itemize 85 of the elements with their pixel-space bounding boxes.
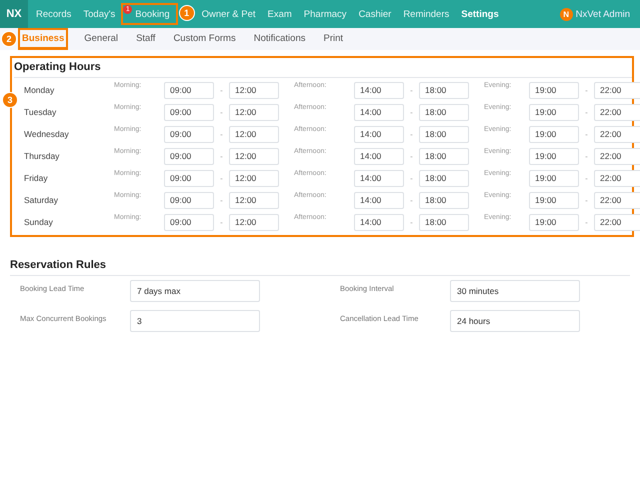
range-dash: - [409, 86, 414, 94]
time-field[interactable]: 18:00 [419, 82, 469, 98]
day-label: Sunday [24, 217, 54, 227]
time-field[interactable]: 19:00 [529, 214, 579, 230]
range-dash: - [219, 130, 224, 138]
sub-tab[interactable]: General [82, 29, 120, 49]
time-field[interactable]: 09:00 [164, 192, 214, 208]
time-field[interactable]: 09:00 [164, 82, 214, 98]
time-field[interactable]: 14:00 [354, 214, 404, 230]
range-dash: - [584, 174, 589, 182]
time-field[interactable]: 12:00 [229, 148, 279, 164]
input-field[interactable]: 24 hours [450, 310, 580, 332]
time-field[interactable]: 19:00 [529, 192, 579, 208]
callout-number: 1 [178, 5, 195, 21]
day-label: Thursday [24, 151, 60, 161]
time-field[interactable]: 14:00 [354, 82, 404, 98]
range-dash: - [584, 86, 589, 94]
time-field[interactable]: 12:00 [229, 126, 279, 142]
input-field[interactable]: 3 [130, 310, 260, 332]
time-field[interactable]: 19:00 [529, 104, 579, 120]
range-dash: - [584, 108, 589, 116]
time-field[interactable]: 19:00 [529, 126, 579, 142]
range-dash: - [409, 108, 414, 116]
range-dash: - [409, 218, 414, 226]
time-field[interactable]: 12:00 [229, 214, 279, 230]
time-field[interactable]: 22:00 [594, 148, 640, 164]
range-dash: - [584, 196, 589, 204]
time-field[interactable]: 19:00 [529, 82, 579, 98]
time-field[interactable]: 19:00 [529, 148, 579, 164]
range-dash: - [584, 152, 589, 160]
time-field[interactable]: 14:00 [354, 170, 404, 186]
time-field[interactable]: 09:00 [164, 126, 214, 142]
range-dash: - [219, 196, 224, 204]
time-field[interactable]: 09:00 [164, 214, 214, 230]
day-label: Saturday [24, 195, 60, 205]
time-field[interactable]: 18:00 [419, 126, 469, 142]
range-dash: - [409, 130, 414, 138]
time-field[interactable]: 22:00 [594, 126, 640, 142]
time-field[interactable]: 12:00 [229, 104, 279, 120]
range-dash: - [219, 108, 224, 116]
range-dash: - [409, 174, 414, 182]
time-field[interactable]: 12:00 [229, 82, 279, 98]
time-field[interactable]: 18:00 [419, 148, 469, 164]
sub-tab[interactable]: Custom Forms [171, 29, 238, 49]
time-field[interactable]: 18:00 [419, 104, 469, 120]
input-field[interactable]: 30 minutes [450, 280, 580, 302]
time-field[interactable]: 22:00 [594, 104, 640, 120]
range-dash: - [409, 196, 414, 204]
app-logo[interactable]: NX [0, 0, 28, 28]
time-field[interactable]: 14:00 [354, 104, 404, 120]
sub-tab[interactable]: Staff [134, 29, 158, 49]
input-field[interactable]: 7 days max [130, 280, 260, 302]
range-dash: - [584, 218, 589, 226]
callout-number: 2 [1, 31, 17, 47]
time-field[interactable]: 12:00 [229, 192, 279, 208]
range-dash: - [219, 152, 224, 160]
time-field[interactable]: 09:00 [164, 104, 214, 120]
time-field[interactable]: 09:00 [164, 170, 214, 186]
day-label: Friday [24, 173, 49, 183]
callout-number: 3 [2, 92, 18, 108]
time-field[interactable]: 09:00 [164, 148, 214, 164]
sub-tab[interactable]: Print [321, 29, 346, 49]
time-field[interactable]: 14:00 [354, 148, 404, 164]
range-dash: - [219, 174, 224, 182]
time-field[interactable]: 12:00 [229, 170, 279, 186]
section-title: Reservation Rules [10, 259, 630, 276]
range-dash: - [584, 130, 589, 138]
day-label: Monday [24, 85, 56, 95]
range-dash: - [219, 86, 224, 94]
section-title: Operating Hours [14, 58, 632, 78]
time-field[interactable]: 18:00 [419, 170, 469, 186]
range-dash: - [219, 218, 224, 226]
time-field[interactable]: 18:00 [419, 192, 469, 208]
time-field[interactable]: 18:00 [419, 214, 469, 230]
range-dash: - [409, 152, 414, 160]
time-field[interactable]: 19:00 [529, 170, 579, 186]
time-field[interactable]: 22:00 [594, 214, 640, 230]
day-label: Wednesday [24, 129, 70, 139]
day-label: Tuesday [24, 107, 58, 117]
time-field[interactable]: 14:00 [354, 126, 404, 142]
time-field[interactable]: 22:00 [594, 82, 640, 98]
time-field[interactable]: 22:00 [594, 170, 640, 186]
sub-tab[interactable]: Notifications [252, 29, 308, 49]
time-field[interactable]: 22:00 [594, 192, 640, 208]
time-field[interactable]: 14:00 [354, 192, 404, 208]
